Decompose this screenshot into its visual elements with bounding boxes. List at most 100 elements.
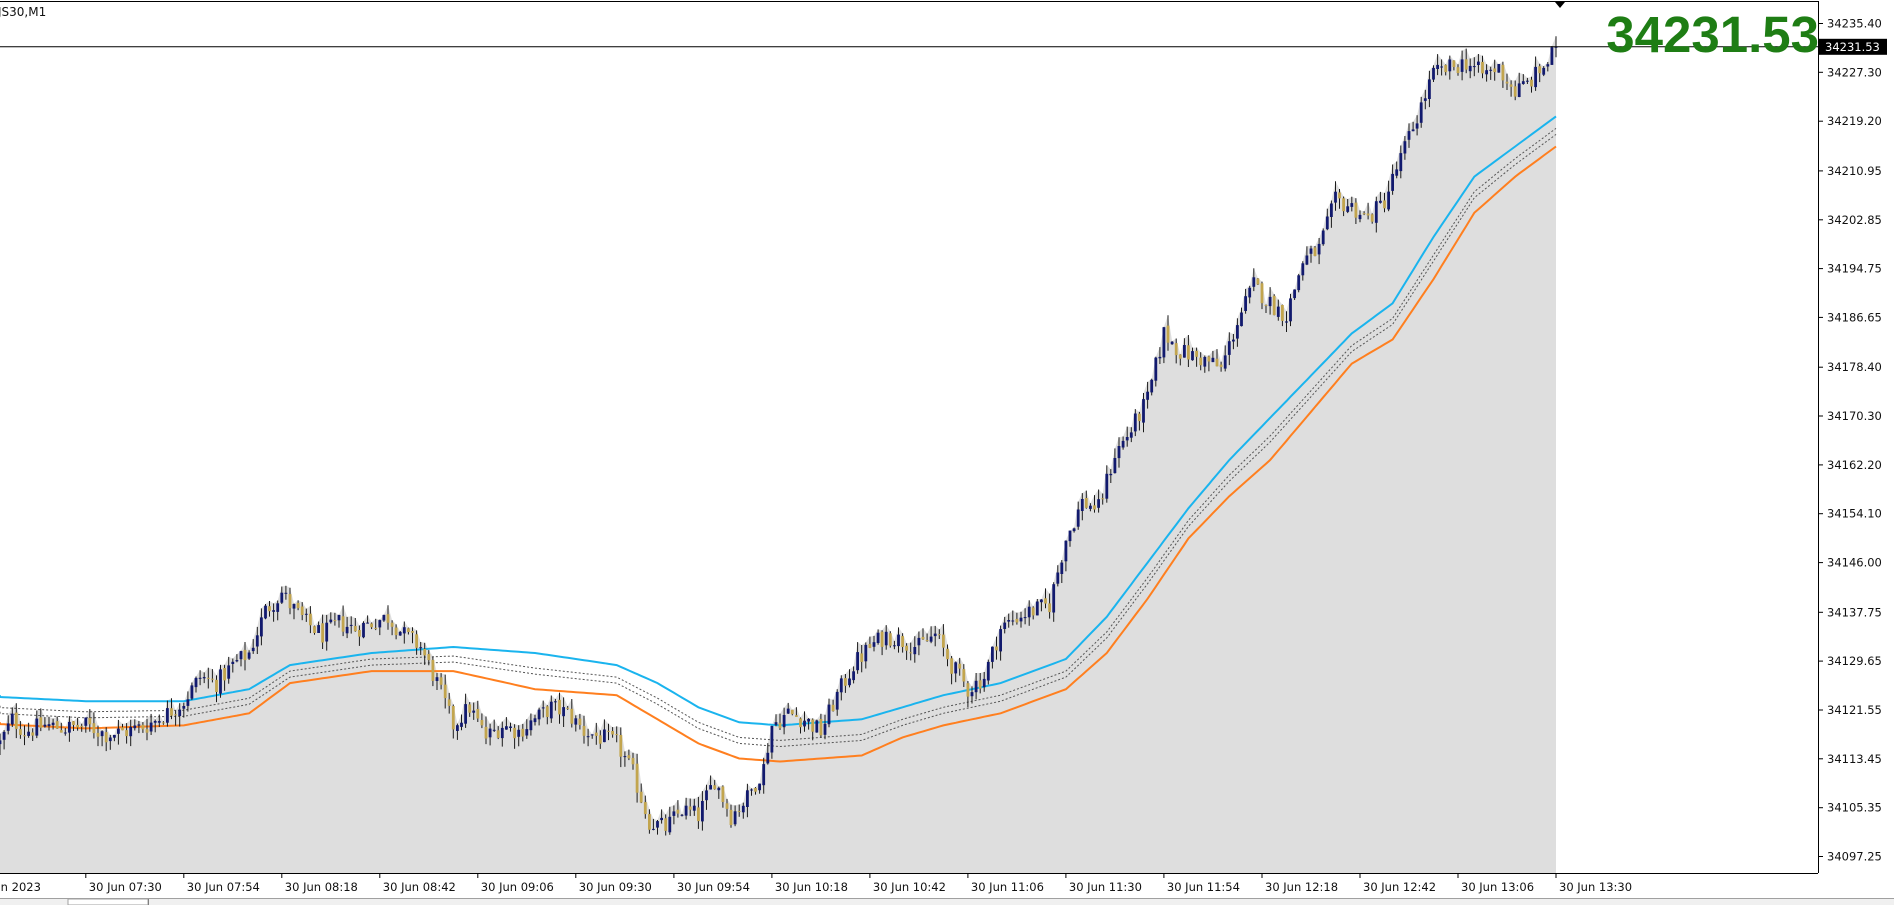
- candle-body: [672, 811, 676, 816]
- x-tick-label: 30 Jun 13:06: [1461, 880, 1534, 894]
- candle-body: [1011, 620, 1015, 622]
- candle-body: [1252, 277, 1256, 287]
- candle-body: [509, 726, 512, 728]
- y-tick-label: 34097.25: [1827, 850, 1882, 864]
- candle-body: [390, 622, 394, 627]
- candle-body: [758, 783, 761, 791]
- candle-body: [23, 735, 26, 737]
- candle-body: [84, 717, 88, 726]
- candle-body: [276, 603, 280, 612]
- candle-body: [96, 732, 100, 737]
- candle-body: [1187, 345, 1190, 360]
- candle: [1550, 46, 1554, 65]
- candle-body: [296, 602, 300, 609]
- candle-body: [1301, 263, 1305, 276]
- candle-body: [211, 678, 214, 680]
- candle-body: [1383, 200, 1386, 209]
- candle-body: [68, 721, 71, 733]
- candle-body: [170, 708, 173, 716]
- candle-body: [1142, 399, 1145, 423]
- candle-body: [1240, 312, 1243, 327]
- candle-body: [852, 671, 855, 681]
- price-chart[interactable]: 34235.40 34227.30 34219.20 34210.95 34202.85…: [0, 0, 1894, 905]
- y-tick-label: 34178.40: [1827, 360, 1882, 374]
- candle-body: [264, 605, 267, 619]
- x-tick-label: 30 Jun 09:06: [481, 880, 554, 894]
- x-tick-label: 30 Jun 13:30: [1559, 880, 1632, 894]
- candle-body: [1321, 230, 1325, 245]
- candle-body: [1199, 357, 1203, 366]
- candle-body: [1362, 213, 1366, 215]
- candle: [1289, 293, 1292, 327]
- candle-body: [1452, 60, 1456, 67]
- candle-body: [619, 735, 623, 757]
- candle-body: [1358, 214, 1362, 220]
- candle-body: [517, 729, 521, 737]
- candle-body: [88, 717, 92, 725]
- candle-body: [1264, 304, 1268, 306]
- candle-body: [1428, 79, 1431, 99]
- candle-body: [108, 737, 112, 742]
- candle-body: [407, 628, 410, 632]
- candle-body: [227, 665, 231, 679]
- candle-body: [925, 640, 929, 642]
- candle-body: [958, 663, 962, 669]
- candle-body: [366, 622, 369, 624]
- candle-body: [370, 623, 373, 628]
- y-tick-label: 34162.20: [1827, 458, 1882, 472]
- y-tick-label: 34113.45: [1827, 752, 1882, 766]
- candle-body: [27, 731, 30, 736]
- candle-body: [317, 625, 320, 633]
- x-tick-label: Jun 2023: [0, 880, 41, 894]
- candle-body: [1293, 289, 1296, 299]
- candle-body: [868, 644, 872, 648]
- candle: [1272, 294, 1276, 316]
- candle-body: [615, 734, 619, 736]
- candle-body: [198, 677, 202, 679]
- candle-body: [1170, 341, 1174, 345]
- candle-body: [505, 726, 508, 730]
- candle-body: [435, 677, 439, 681]
- candle-body: [966, 683, 970, 697]
- candle-body: [468, 704, 472, 713]
- candle-body: [549, 701, 553, 719]
- candle-body: [1530, 79, 1533, 87]
- candle-body: [623, 756, 627, 758]
- candle-body: [635, 763, 639, 793]
- candle-body: [149, 722, 153, 732]
- candle-body: [243, 649, 247, 661]
- candle-body: [733, 811, 737, 825]
- chart-tab-active: [67, 898, 149, 905]
- candle-body: [664, 818, 668, 831]
- candle-body: [202, 677, 206, 679]
- candle-body: [880, 631, 884, 647]
- candle-body: [848, 678, 851, 686]
- candle-body: [1342, 198, 1345, 212]
- candle-body: [1027, 606, 1031, 618]
- candle-body: [713, 785, 717, 790]
- candle-body: [63, 732, 67, 734]
- candle-body: [0, 740, 2, 745]
- candle-body: [917, 637, 921, 646]
- candle-body: [394, 627, 398, 636]
- candle-body: [268, 606, 271, 612]
- candle-body: [1403, 141, 1407, 154]
- y-tick-label: 34105.35: [1827, 801, 1882, 815]
- candle-body: [1178, 354, 1182, 359]
- candle-body: [419, 647, 423, 649]
- candle-body: [1105, 473, 1109, 499]
- candle-body: [1505, 81, 1509, 84]
- candle-body: [1546, 64, 1550, 67]
- candle-body: [986, 661, 990, 681]
- candle-body: [460, 722, 463, 727]
- candle-body: [831, 704, 835, 712]
- candle-body: [1076, 509, 1080, 527]
- candle-body: [974, 680, 978, 693]
- candle-body: [14, 712, 18, 729]
- candle-body: [1350, 203, 1354, 207]
- candle-body: [1440, 66, 1443, 68]
- candle: [1256, 278, 1260, 285]
- candle-body: [129, 726, 133, 737]
- candle-body: [141, 724, 145, 730]
- tab-bar-background: [0, 898, 1894, 905]
